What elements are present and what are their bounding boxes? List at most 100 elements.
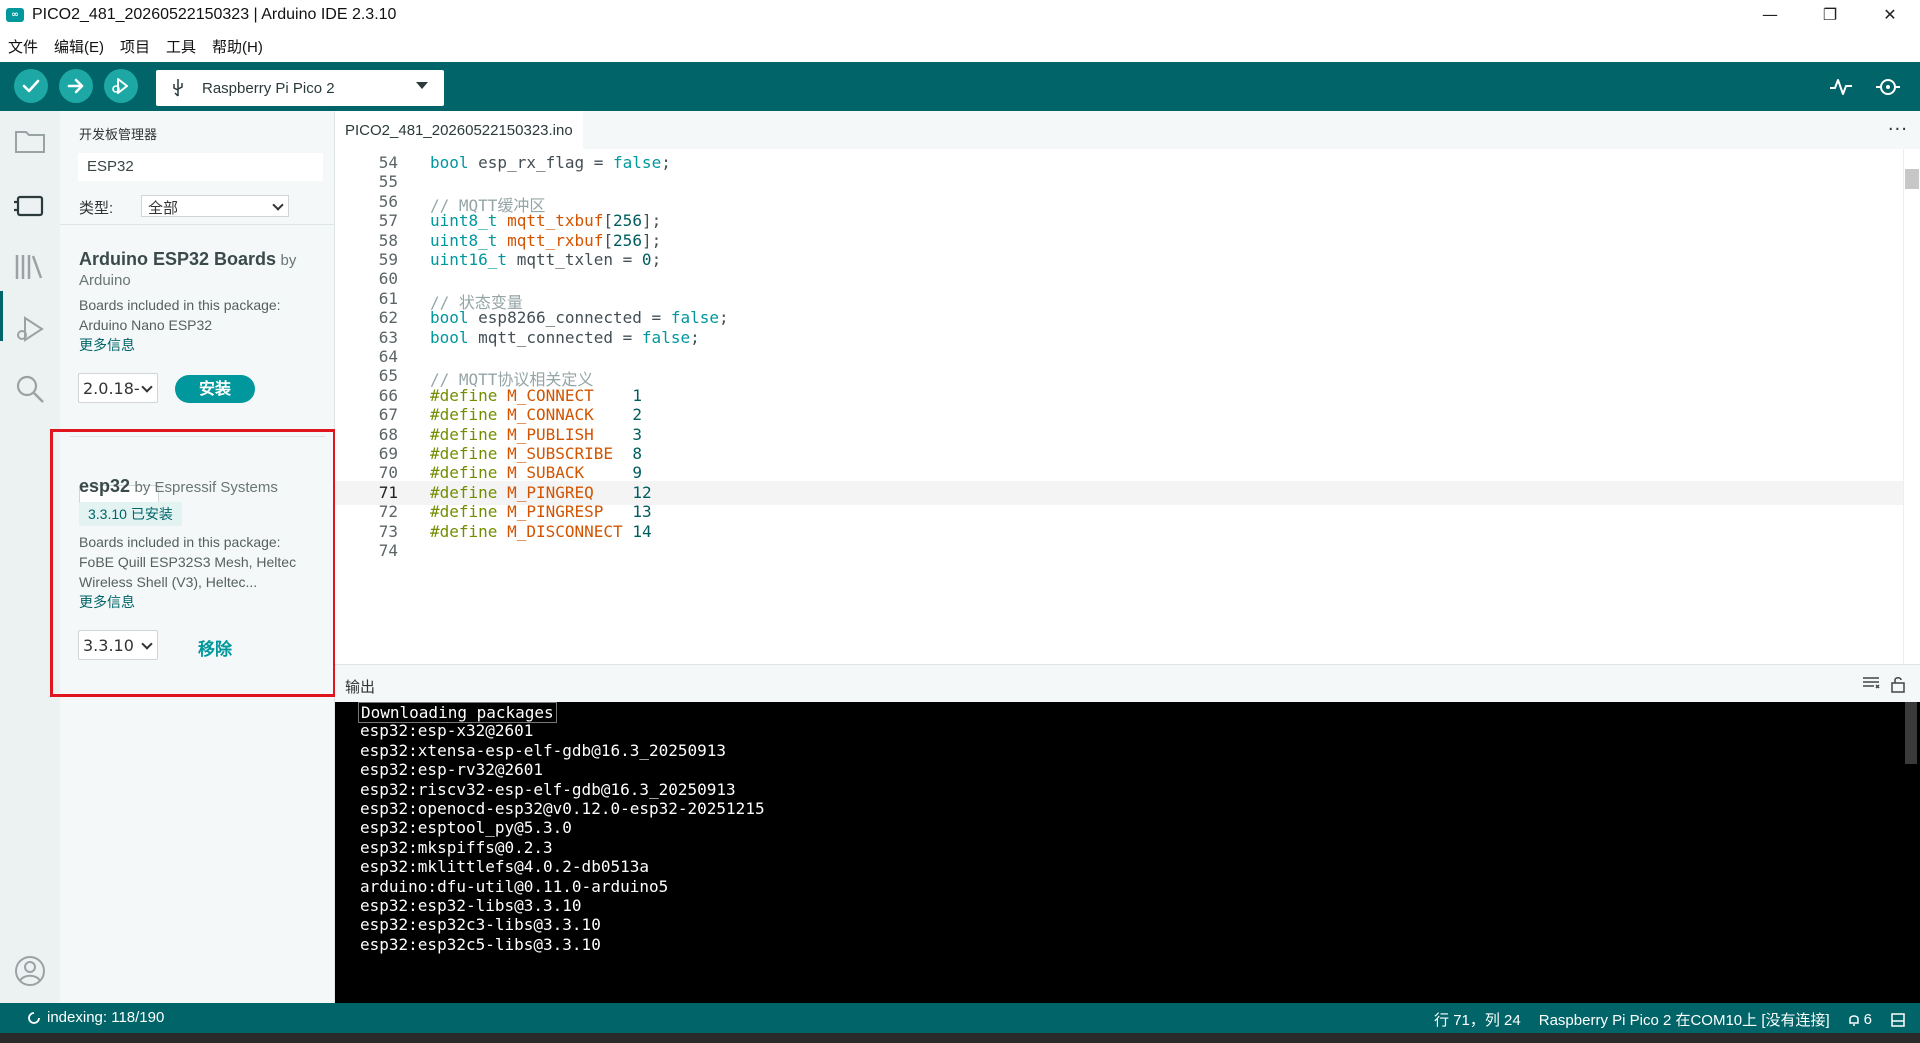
line-number: 55 [378,172,398,192]
active-indicator [0,291,3,341]
panel-title: 开发板管理器 [79,127,158,142]
board-search-input[interactable]: ESP32 [78,153,323,181]
install-button[interactable]: 安装 [175,375,255,403]
clear-output-icon[interactable] [1862,675,1880,691]
usb-icon [173,79,183,97]
menu-bar: 文件 编辑(E) 项目 工具 帮助(H) [0,31,271,61]
line-number: 69 [378,444,398,463]
more-options-icon[interactable]: ··· [1888,119,1908,140]
code-token: 8 [632,444,642,463]
verify-button[interactable] [14,69,48,103]
output-line: esp32:esp-x32@2601 [360,721,534,741]
chevron-down-icon [272,199,284,211]
debug-panel-icon[interactable] [12,311,48,347]
editor-scrollbar[interactable] [1903,149,1920,664]
output-scrollbar-thumb[interactable] [1905,702,1917,764]
menu-sketch[interactable]: 项目 [112,36,158,57]
maximize-button[interactable]: ❐ [1800,0,1860,29]
code-token: ]; [641,230,662,250]
code-text: bool mqtt_connected = false; [430,328,700,347]
code-text: #define M_PINGRESP 13 [430,502,652,521]
boards-manager-icon[interactable] [12,188,48,224]
code-token: #define [430,482,498,502]
serial-plotter-icon[interactable] [1828,74,1854,100]
os-taskbar [0,1033,1920,1043]
version-select-arduino-esp32[interactable]: 2.0.18- [78,373,158,403]
code-token: mqtt_txlen = [507,250,642,269]
search-icon[interactable] [12,371,48,407]
more-info-link[interactable]: 更多信息 [79,335,319,355]
code-token: uint8_t [430,230,498,250]
line-number: 74 [378,541,398,560]
close-button[interactable]: ✕ [1860,0,1920,29]
notifications[interactable]: 6 [1848,1011,1872,1028]
code-token: uint16_t [430,250,508,269]
line-number: 54 [378,153,398,172]
line-number: 61 [378,288,398,308]
output-line: Downloading packages [358,702,557,723]
code-token: M_PUBLISH [507,424,594,444]
editor-tab-bar: PICO2_481_20260522150323.ino ··· [335,111,1920,149]
code-token: 1 [632,385,642,405]
version-value: 2.0.18- [83,379,140,398]
folder-icon[interactable] [12,123,48,159]
code-token: bool [430,327,469,347]
line-number: 63 [378,327,398,347]
package-name: Arduino ESP32 Boards [79,249,277,269]
line-number: 73 [378,521,398,541]
output-console[interactable]: Downloading packages esp32:esp-x32@2601 es… [335,702,1903,1003]
board-selector[interactable]: Raspberry Pi Pico 2 [156,70,444,106]
board-name: Raspberry Pi Pico 2 [202,79,335,97]
account-icon[interactable] [12,953,48,989]
output-header: 输出 [335,664,1920,702]
code-token: 2 [632,405,642,425]
line-number: 60 [378,269,398,289]
editor-scrollbar-thumb[interactable] [1905,169,1919,189]
code-token: M_DISCONNECT [507,521,623,541]
menu-tools[interactable]: 工具 [158,36,204,57]
output-line: esp32:esp32-libs@3.3.10 [360,896,582,915]
code-editor[interactable]: 54 bool esp_rx_flag = false; 55 56// MQTT缓冲… [335,149,1903,664]
code-token: M_SUBSCRIBE [507,444,614,463]
serial-monitor-icon[interactable] [1875,74,1901,100]
code-token: false [641,327,691,347]
code-token: ; [719,308,729,328]
output-title: 输出 [345,679,376,696]
code-text: #define M_DISCONNECT 14 [430,522,652,541]
board-port-status[interactable]: Raspberry Pi Pico 2 在COM10上 [没有连接] [1539,1009,1830,1030]
menu-edit[interactable]: 编辑(E) [46,36,112,57]
line-number: 57 [378,211,398,231]
editor-tab[interactable]: PICO2_481_20260522150323.ino [335,111,583,149]
code-token: M_PINGREQ [507,482,594,502]
code-token: 14 [632,521,652,541]
minimize-button[interactable]: — [1740,0,1800,29]
code-token: #define [430,463,498,483]
debug-button[interactable] [104,69,138,103]
type-filter-select[interactable]: 全部 [141,195,289,217]
indexing-status: indexing: 118/190 [47,1009,165,1026]
upload-button[interactable] [59,69,93,103]
line-number: 56 [378,191,398,211]
code-token: bool [430,308,469,328]
lock-icon[interactable] [1890,675,1906,693]
checkmark-icon [22,79,40,93]
library-manager-icon[interactable] [12,249,48,285]
type-filter-label: 类型: [79,200,114,217]
output-toggle-icon[interactable] [1890,1012,1906,1028]
menu-file[interactable]: 文件 [0,36,46,57]
code-text: uint8_t mqtt_txbuf[256]; [430,211,661,230]
cursor-position[interactable]: 行 71，列 24 [1434,1009,1521,1030]
code-line[interactable]: 74 [335,539,1903,563]
toolbar: Raspberry Pi Pico 2 [0,62,1920,111]
code-text: #define M_PUBLISH 3 [430,425,642,444]
code-token: 256 [613,230,642,250]
menu-help[interactable]: 帮助(H) [204,36,271,57]
